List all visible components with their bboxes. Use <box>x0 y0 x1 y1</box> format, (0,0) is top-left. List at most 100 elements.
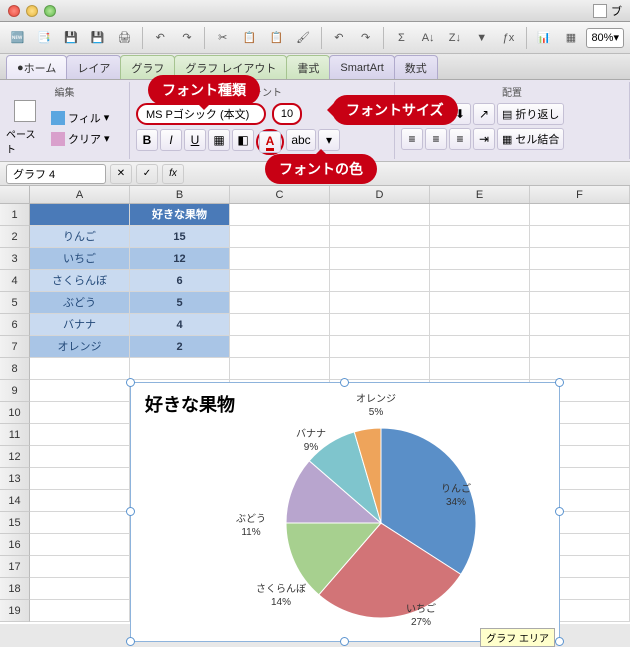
cell[interactable] <box>530 270 630 292</box>
cell[interactable]: 2 <box>130 336 230 358</box>
resize-handle[interactable] <box>126 507 135 516</box>
row-header[interactable]: 13 <box>0 468 30 490</box>
cell[interactable] <box>30 578 130 600</box>
cell[interactable] <box>530 314 630 336</box>
cell[interactable] <box>330 270 430 292</box>
cell[interactable] <box>30 446 130 468</box>
row-header[interactable]: 9 <box>0 380 30 402</box>
row-header[interactable]: 6 <box>0 314 30 336</box>
tab-home[interactable]: ● ホーム <box>6 55 67 79</box>
paste-icon[interactable]: 📋 <box>265 26 288 50</box>
cut-icon[interactable]: ✂ <box>211 26 234 50</box>
tab-smartart[interactable]: SmartArt <box>329 55 394 79</box>
undo-icon[interactable]: ↶ <box>149 26 172 50</box>
cell[interactable] <box>230 358 330 380</box>
strikethrough-button[interactable]: abc <box>286 129 316 151</box>
indent-button[interactable]: ⇥ <box>473 128 495 150</box>
cell[interactable]: りんご <box>30 226 130 248</box>
cell[interactable] <box>230 248 330 270</box>
cell[interactable] <box>430 226 530 248</box>
cell[interactable] <box>330 336 430 358</box>
fx-icon[interactable]: ƒx <box>497 26 520 50</box>
sort-asc-icon[interactable]: A↓ <box>417 26 440 50</box>
cell[interactable]: 6 <box>130 270 230 292</box>
cell[interactable]: ぶどう <box>30 292 130 314</box>
orientation-button[interactable]: ↗ <box>473 103 495 125</box>
resize-handle[interactable] <box>126 637 135 646</box>
print-icon[interactable]: 🖨 <box>113 26 136 50</box>
maximize-button[interactable] <box>44 5 56 17</box>
redo2-icon[interactable]: ↷ <box>354 26 377 50</box>
row-header[interactable]: 1 <box>0 204 30 226</box>
col-header[interactable]: F <box>530 186 630 203</box>
save-icon-2[interactable]: 💾 <box>86 26 109 50</box>
close-button[interactable] <box>8 5 20 17</box>
cell[interactable] <box>530 226 630 248</box>
underline-button[interactable]: U <box>184 129 206 151</box>
row-header[interactable]: 11 <box>0 424 30 446</box>
cell[interactable] <box>530 336 630 358</box>
cell[interactable]: バナナ <box>30 314 130 336</box>
fill-button[interactable]: フィル ▾ <box>47 108 114 128</box>
cell[interactable]: 好きな果物 <box>130 204 230 226</box>
fx-button[interactable]: fx <box>162 164 184 184</box>
cell[interactable] <box>330 248 430 270</box>
cell[interactable] <box>230 314 330 336</box>
cell[interactable] <box>30 402 130 424</box>
elements-icon[interactable]: ▦ <box>560 26 583 50</box>
cell[interactable] <box>530 358 630 380</box>
cell[interactable] <box>330 226 430 248</box>
cell[interactable] <box>30 490 130 512</box>
cell[interactable] <box>230 292 330 314</box>
cell[interactable]: いちご <box>30 248 130 270</box>
font-size-selector[interactable]: 10 <box>272 103 302 125</box>
row-header[interactable]: 10 <box>0 402 30 424</box>
cell[interactable]: 12 <box>130 248 230 270</box>
chart-title[interactable]: 好きな果物 <box>131 383 559 425</box>
row-header[interactable]: 18 <box>0 578 30 600</box>
cell[interactable] <box>430 336 530 358</box>
wrap-button[interactable]: ▤ 折り返し <box>497 103 564 125</box>
italic-button[interactable]: I <box>160 129 182 151</box>
new-icon[interactable]: 🆕 <box>6 26 29 50</box>
tab-format[interactable]: 書式 <box>286 55 330 79</box>
col-header[interactable]: D <box>330 186 430 203</box>
row-header[interactable]: 12 <box>0 446 30 468</box>
sort-desc-icon[interactable]: Z↓ <box>444 26 467 50</box>
align-left-button[interactable]: ≡ <box>401 128 423 150</box>
row-header[interactable]: 14 <box>0 490 30 512</box>
col-header[interactable]: E <box>430 186 530 203</box>
resize-handle[interactable] <box>340 378 349 387</box>
cell[interactable] <box>30 424 130 446</box>
cell[interactable] <box>230 336 330 358</box>
row-header[interactable]: 5 <box>0 292 30 314</box>
cell[interactable]: さくらんぼ <box>30 270 130 292</box>
cell[interactable] <box>30 380 130 402</box>
cell[interactable] <box>30 556 130 578</box>
font-color-button[interactable]: A <box>259 131 281 153</box>
cell[interactable] <box>30 358 130 380</box>
cell[interactable] <box>430 270 530 292</box>
cell[interactable] <box>330 358 430 380</box>
cell[interactable] <box>30 468 130 490</box>
cell[interactable] <box>530 204 630 226</box>
cell[interactable] <box>430 358 530 380</box>
filter-icon[interactable]: ▼ <box>470 26 493 50</box>
redo-icon[interactable]: ↷ <box>176 26 199 50</box>
clear-button[interactable]: クリア ▾ <box>47 129 114 149</box>
cell[interactable] <box>30 204 130 226</box>
chart-object[interactable]: 好きな果物 りんご34%いちご27%さくらんぼ14%ぶどう11%バナナ9%オレン… <box>130 382 560 642</box>
row-header[interactable]: 3 <box>0 248 30 270</box>
cell[interactable]: オレンジ <box>30 336 130 358</box>
fill-color-button[interactable]: ◧ <box>232 129 254 151</box>
align-center-button[interactable]: ≡ <box>425 128 447 150</box>
select-all-corner[interactable] <box>0 186 30 203</box>
worksheet[interactable]: A B C D E F 1234567891011121314151617181… <box>0 186 630 624</box>
cancel-x-icon[interactable]: ✕ <box>110 164 132 184</box>
cell[interactable] <box>430 204 530 226</box>
cell[interactable] <box>230 204 330 226</box>
row-header[interactable]: 19 <box>0 600 30 622</box>
col-header[interactable]: C <box>230 186 330 203</box>
copy-icon[interactable]: 📋 <box>238 26 261 50</box>
cell[interactable] <box>30 512 130 534</box>
